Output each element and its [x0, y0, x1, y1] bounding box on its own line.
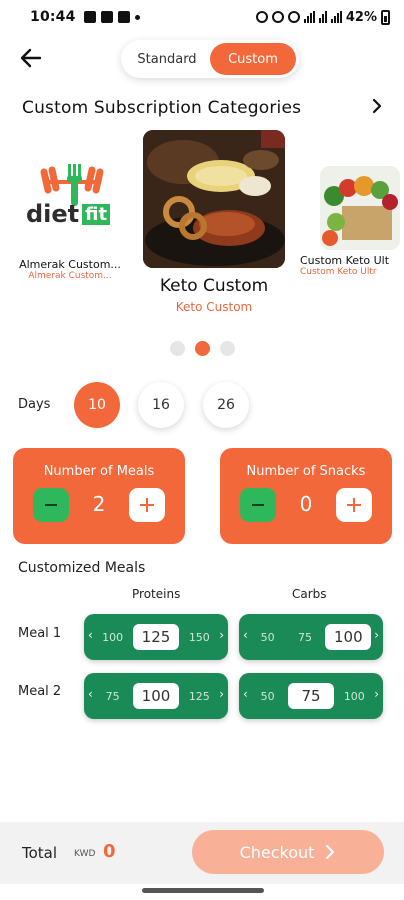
chevron-left-icon: ‹ [243, 628, 248, 642]
pager-dot-active[interactable] [195, 341, 210, 356]
chevron-right-icon: › [374, 687, 379, 701]
categories-more-button[interactable] [370, 96, 384, 121]
picker-option[interactable]: 125 [182, 690, 216, 703]
picker-option[interactable]: 50 [251, 631, 285, 644]
meal-1-label: Meal 1 [18, 626, 62, 641]
picker-selected[interactable]: 100 [132, 683, 179, 709]
plus-icon [347, 498, 361, 512]
battery-icon [381, 9, 390, 25]
pager-dot[interactable] [170, 341, 185, 356]
snacks-counter: Number of Snacks 0 [220, 448, 392, 544]
plus-icon [140, 498, 154, 512]
chevron-right-icon: › [374, 628, 379, 642]
category-name: Almerak Custom... [19, 258, 121, 271]
youtube-icon [117, 11, 130, 23]
picker-selected[interactable]: 75 [287, 683, 334, 709]
total-label: Total [22, 844, 58, 862]
chevron-left-icon: ‹ [243, 687, 248, 701]
meals-counter: Number of Meals 2 [13, 448, 185, 544]
arrow-left-icon [20, 48, 42, 68]
category-name: Custom Keto Ult [300, 254, 390, 267]
snacks-counter-title: Number of Snacks [246, 464, 366, 479]
chevron-right-icon: › [219, 628, 224, 642]
snacks-increment-button[interactable] [336, 488, 372, 522]
picker-selected[interactable]: 100 [325, 624, 372, 650]
total-value: 0 [103, 841, 116, 862]
categories-title: Custom Subscription Categories [22, 98, 302, 118]
day-option-10[interactable]: 10 [74, 382, 120, 428]
chevron-left-icon: ‹ [88, 628, 93, 642]
battery-percent: 42% [345, 9, 377, 25]
picker-option[interactable]: 75 [288, 631, 322, 644]
pager-dot[interactable] [220, 341, 235, 356]
category-subtitle: Custom Keto Ultr [300, 267, 377, 277]
currency-label: KWD [74, 849, 96, 859]
checkout-bar: Total KWD 0 Checkout [0, 822, 404, 884]
image-icon [83, 11, 96, 23]
food-plate-image [143, 130, 285, 268]
category-card-keto[interactable]: Keto Custom Keto Custom [140, 130, 288, 314]
dot-icon [134, 14, 140, 20]
custom-tab[interactable]: Custom [210, 43, 296, 75]
meals-counter-title: Number of Meals [43, 464, 155, 479]
picker-option[interactable]: 150 [182, 631, 216, 644]
days-label: Days [18, 397, 51, 412]
status-bar: 10:44 42% [0, 0, 404, 34]
signal-icon [303, 11, 315, 23]
category-card-custom-keto-ultra[interactable]: Custom Keto Ult Custom Keto Ultr [300, 166, 404, 277]
wifi-icon [318, 11, 327, 23]
mute-icon [271, 11, 284, 23]
picker-selected[interactable]: 125 [132, 624, 179, 650]
status-time: 10:44 [30, 9, 76, 25]
meal-2-proteins-picker[interactable]: ‹ 75 100 125 › [84, 673, 228, 719]
dietfit-wordmark: diet fit [26, 200, 111, 228]
home-indicator[interactable] [142, 888, 264, 893]
app-icon [100, 11, 113, 23]
alarm-icon [255, 11, 268, 23]
chevron-right-icon [372, 98, 382, 114]
chevron-left-icon: ‹ [88, 687, 93, 701]
category-subtitle: Keto Custom [175, 300, 253, 314]
picker-option[interactable]: 100 [96, 631, 130, 644]
proteins-column-header: Proteins [132, 587, 181, 601]
checkout-button[interactable]: Checkout [192, 830, 384, 874]
hotspot-icon [287, 11, 300, 23]
carbs-column-header: Carbs [292, 587, 327, 601]
checkout-label: Checkout [239, 842, 315, 862]
plan-type-toggle: Standard Custom [121, 40, 299, 78]
category-name: Keto Custom [159, 276, 269, 296]
system-icons: 42% [255, 9, 390, 25]
produce-box-image [320, 166, 400, 250]
carousel-pager [170, 341, 235, 356]
meals-increment-button[interactable] [129, 488, 165, 522]
standard-tab[interactable]: Standard [124, 43, 210, 75]
meal-1-proteins-picker[interactable]: ‹ 100 125 150 › [84, 614, 228, 660]
customized-meals-title: Customized Meals [18, 560, 146, 576]
category-subtitle: Almerak Custom... [28, 271, 112, 281]
meal-2-carbs-picker[interactable]: ‹ 50 75 100 › [239, 673, 383, 719]
chevron-right-icon [326, 844, 335, 860]
meal-1-carbs-picker[interactable]: ‹ 50 75 100 › [239, 614, 383, 660]
header: Standard Custom [0, 38, 404, 78]
meal-2-label: Meal 2 [18, 684, 62, 699]
category-card-almerak[interactable]: diet fit Almerak Custom... Almerak Custo… [10, 150, 130, 281]
dietfit-logo: diet fit [18, 150, 122, 250]
keto-food-image [143, 130, 285, 268]
chevron-right-icon: › [219, 687, 224, 701]
day-option-16[interactable]: 16 [138, 382, 184, 428]
vegetables-image [320, 166, 400, 250]
picker-option[interactable]: 100 [337, 690, 371, 703]
day-option-26[interactable]: 26 [203, 382, 249, 428]
notification-icons [83, 11, 140, 23]
picker-option[interactable]: 75 [96, 690, 130, 703]
signal-icon-2 [330, 11, 342, 23]
picker-option[interactable]: 50 [251, 690, 285, 703]
back-button[interactable] [18, 45, 44, 71]
